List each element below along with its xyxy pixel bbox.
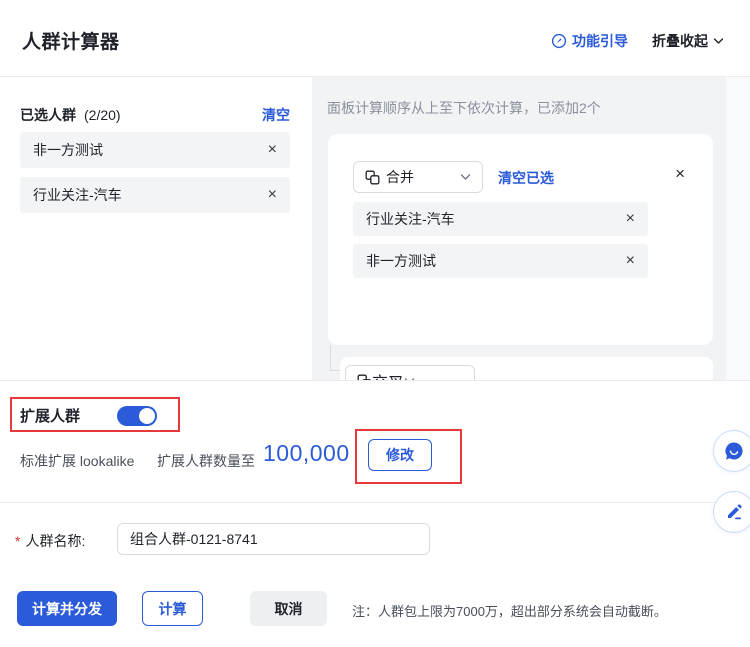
compass-guide-icon	[551, 33, 567, 49]
header-actions: 功能引导 折叠收起	[551, 31, 724, 51]
clear-all-link[interactable]: 清空	[262, 105, 290, 125]
audience-name: 非一方测试	[33, 140, 103, 160]
list-item: 非一方测试 ×	[353, 244, 648, 278]
pencil-icon	[724, 502, 744, 522]
expansion-mode: 标准扩展 lookalike	[20, 451, 134, 471]
toggle-knob	[139, 408, 155, 424]
audience-name: 行业关注-汽车	[33, 185, 122, 205]
remove-icon[interactable]: ×	[626, 253, 635, 269]
expansion-section: 扩展人群 标准扩展 lookalike 扩展人群数量至 100,000 修改	[0, 380, 750, 502]
close-icon[interactable]: ×	[675, 165, 685, 182]
panel-instruction: 面板计算顺序从上至下依次计算，已添加2个	[327, 98, 601, 118]
page-title: 人群计算器	[22, 27, 120, 54]
audience-name: 行业关注-汽车	[366, 209, 455, 229]
limit-note: 注：人群包上限为7000万，超出部分系统会自动截断。	[352, 601, 667, 620]
calc-group-card: 合并 清空已选 × 行业关注-汽车 × 非一方测试 ×	[328, 134, 713, 345]
required-mark: *	[15, 533, 20, 549]
operator-select[interactable]: 合并	[353, 161, 483, 193]
next-group-card: 交叉	[340, 357, 713, 380]
calculate-button[interactable]: 计算	[142, 591, 203, 626]
list-item: 行业关注-汽车 ×	[353, 202, 648, 236]
clear-selected-link[interactable]: 清空已选	[498, 168, 554, 188]
selected-audience-panel: 已选人群 (2/20) 清空 非一方测试 × 行业关注-汽车 ×	[0, 77, 312, 380]
cancel-button[interactable]: 取消	[250, 591, 327, 626]
feature-guide-link[interactable]: 功能引导	[551, 31, 628, 51]
feedback-edit-button[interactable]	[713, 491, 750, 533]
selected-audience-count: (2/20)	[84, 107, 121, 123]
list-item: 行业关注-汽车 ×	[20, 177, 290, 213]
chevron-down-icon	[460, 173, 471, 181]
operator-select[interactable]: 交叉	[345, 365, 475, 380]
selected-audience-header: 已选人群 (2/20) 清空	[20, 105, 290, 125]
audience-name-label: *人群名称:	[15, 531, 85, 551]
collapse-label: 折叠收起	[652, 31, 708, 51]
expansion-quantity-label: 扩展人群数量至	[157, 451, 255, 471]
expansion-label: 扩展人群	[20, 405, 80, 426]
collapse-toggle[interactable]: 折叠收起	[652, 31, 724, 51]
union-icon	[365, 170, 380, 185]
group-connector-line	[330, 345, 331, 370]
selected-audience-title: 已选人群	[20, 105, 76, 125]
feature-guide-label: 功能引导	[572, 31, 628, 51]
scroll-gutter[interactable]	[726, 77, 750, 380]
remove-icon[interactable]: ×	[268, 187, 277, 203]
page-header: 人群计算器 功能引导 折叠收起	[0, 0, 750, 77]
operator-label: 合并	[386, 167, 414, 187]
calculation-panel: 面板计算顺序从上至下依次计算，已添加2个 合并 清空已选 × 行业关注-汽车 ×…	[312, 77, 750, 380]
name-form-section: *人群名称: 计算并分发 计算 取消 注：人群包上限为7000万，超出部分系统会…	[0, 502, 750, 647]
remove-icon[interactable]: ×	[626, 211, 635, 227]
expansion-toggle[interactable]	[117, 406, 157, 426]
chat-bubble-icon	[723, 440, 745, 462]
modify-button[interactable]: 修改	[368, 439, 432, 471]
list-item: 非一方测试 ×	[20, 132, 290, 168]
chevron-down-icon	[713, 37, 724, 45]
audience-name: 非一方测试	[366, 251, 436, 271]
expansion-quantity-value: 100,000	[263, 440, 350, 467]
operator-label: 交叉	[372, 369, 404, 380]
audience-name-input[interactable]	[117, 523, 430, 555]
calculate-and-distribute-button[interactable]: 计算并分发	[17, 591, 117, 626]
remove-icon[interactable]: ×	[268, 142, 277, 158]
customer-service-chat-button[interactable]	[713, 430, 750, 472]
